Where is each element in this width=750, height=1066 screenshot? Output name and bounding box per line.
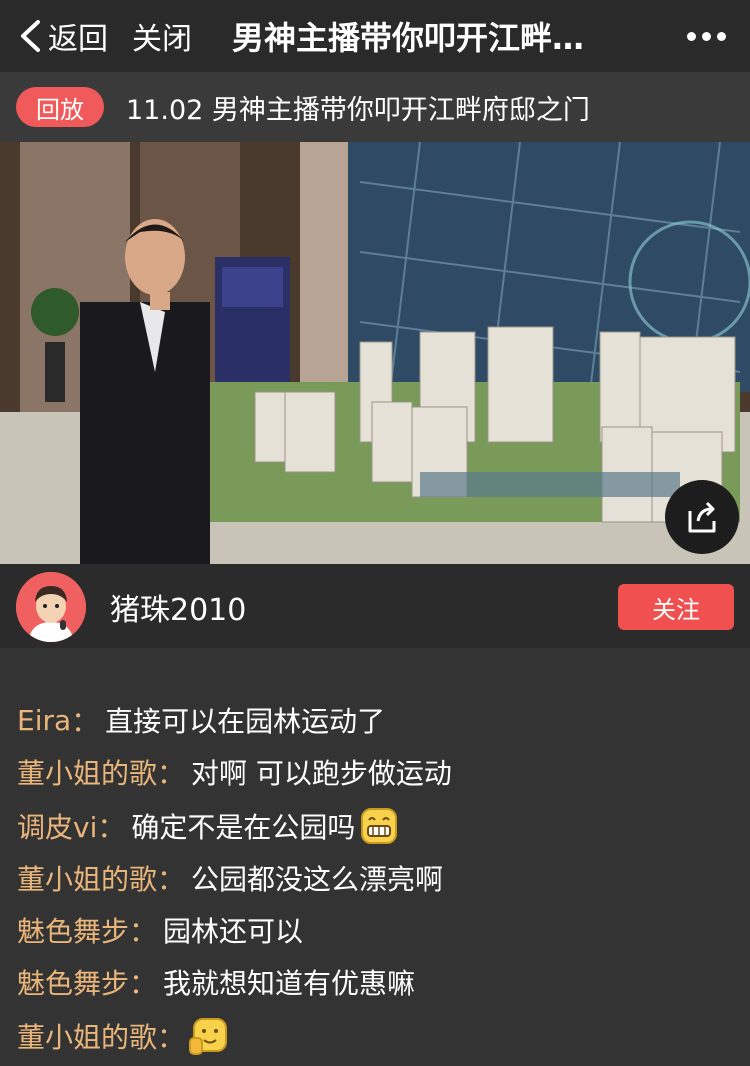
more-dot-icon	[717, 31, 726, 41]
chat-separator: ：	[157, 863, 186, 896]
chat-message: 董小姐的歌：	[17, 1016, 229, 1056]
chat-message: Eira：直接可以在园林运动了	[17, 700, 385, 740]
chat-username[interactable]: 董小姐的歌	[17, 1016, 157, 1056]
host-avatar-icon	[16, 572, 86, 642]
chat-text: 我就想知道有优惠嘛	[163, 967, 416, 1000]
host-name: 猪珠2010	[110, 593, 247, 628]
back-label: 返回	[48, 22, 108, 57]
video-player[interactable]	[0, 142, 750, 564]
close-button[interactable]: 关闭	[132, 0, 192, 72]
grin-icon	[361, 808, 398, 844]
chat-username[interactable]: Eira	[17, 704, 71, 737]
share-icon	[688, 501, 716, 533]
page-title: 男神主播带你叩开江畔…	[232, 19, 585, 57]
chat-separator: ：	[129, 967, 158, 1000]
close-label: 关闭	[132, 22, 192, 57]
chat-message: 董小姐的歌：对啊 可以跑步做运动	[17, 752, 452, 792]
share-button[interactable]	[665, 480, 739, 554]
chevron-left-icon	[21, 20, 40, 52]
chat-username[interactable]: 调皮vi	[17, 806, 97, 846]
chat-text: 公园都没这么漂亮啊	[191, 863, 444, 896]
chat-message: 魅色舞步：园林还可以	[17, 910, 303, 950]
chat-separator: ：	[129, 915, 158, 948]
chat-message: 董小姐的歌：公园都没这么漂亮啊	[17, 858, 443, 898]
more-dot-icon	[687, 31, 696, 41]
video-frame-image	[0, 142, 750, 564]
chat-text: 园林还可以	[163, 915, 304, 948]
chat-message: 调皮vi：确定不是在公园吗	[17, 806, 399, 846]
chat-username[interactable]: 董小姐的歌	[17, 858, 157, 898]
more-options-button[interactable]	[687, 0, 726, 72]
thumbs-up-face-icon	[189, 1018, 228, 1055]
chat-text: 直接可以在园林运动了	[105, 705, 386, 738]
chat-username[interactable]: 董小姐的歌	[17, 752, 157, 792]
chat-username[interactable]: 魅色舞步	[17, 910, 129, 950]
chat-separator: ：	[71, 705, 100, 738]
avatar[interactable]	[16, 572, 86, 642]
replay-title: 11.02 男神主播带你叩开江畔府邸之门	[126, 94, 590, 126]
top-nav-bar: 返回 关闭 男神主播带你叩开江畔…	[0, 0, 750, 72]
replay-badge: 回放	[16, 87, 104, 127]
back-button[interactable]: 返回	[18, 0, 108, 72]
chat-text: 对啊 可以跑步做运动	[191, 757, 452, 790]
chat-separator: ：	[157, 1021, 186, 1054]
chat-text: 确定不是在公园吗	[131, 811, 356, 844]
chat-separator: ：	[97, 811, 126, 844]
follow-button[interactable]: 关注	[618, 584, 734, 630]
chat-separator: ：	[157, 757, 186, 790]
chat-username[interactable]: 魅色舞步	[17, 962, 129, 1002]
chat-message: 魅色舞步：我就想知道有优惠嘛	[17, 962, 415, 1002]
more-dot-icon	[702, 31, 711, 41]
